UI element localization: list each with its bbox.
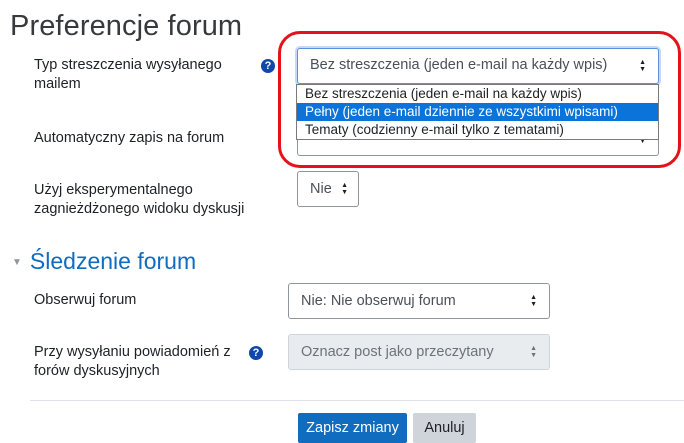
digest-type-label-line2: mailem xyxy=(34,76,81,92)
mark-read-selected-value: Oznacz post jako przeczytany xyxy=(301,344,494,360)
autosubscribe-label: Automatyczny zapis na forum xyxy=(34,130,225,146)
track-forums-selected-value: Nie: Nie obserwuj forum xyxy=(301,293,456,309)
nested-view-label-line2: zagnieżdżonego widoku dyskusji xyxy=(34,201,245,217)
annotation-highlight-ring xyxy=(278,31,681,168)
tracking-section-header[interactable]: ▼ Śledzenie forum xyxy=(12,248,196,275)
nested-view-label: Użyj eksperymentalnego zagnieżdżonego wi… xyxy=(34,181,274,219)
nested-view-selected-value: Nie xyxy=(310,181,332,197)
digest-type-label-line1: Typ streszczenia wysyłanego xyxy=(34,57,222,73)
mark-read-label: Przy wysyłaniu powiadomień z forów dysku… xyxy=(34,343,254,381)
page-title: Preferencje forum xyxy=(10,10,243,42)
nested-view-label-line1: Użyj eksperymentalnego xyxy=(34,182,193,198)
digest-type-label: Typ streszczenia wysyłanego mailem xyxy=(34,56,264,94)
help-icon[interactable]: ? xyxy=(261,59,275,73)
select-caret-icon: ▲▼ xyxy=(530,345,537,359)
collapse-triangle-icon[interactable]: ▼ xyxy=(12,257,22,268)
track-forums-select[interactable]: Nie: Nie obserwuj forum ▲ ▼ xyxy=(288,283,550,319)
mark-read-label-line2: forów dyskusyjnych xyxy=(34,363,160,379)
select-caret-icon: ▲▼ xyxy=(341,182,348,196)
mark-read-label-line1: Przy wysyłaniu powiadomień z xyxy=(34,344,231,360)
mark-read-select: Oznacz post jako przeczytany ▲ ▼ xyxy=(288,334,550,370)
tracking-section-title: Śledzenie forum xyxy=(29,248,197,274)
cancel-button[interactable]: Anuluj xyxy=(413,413,476,443)
select-caret-icon: ▲▼ xyxy=(530,294,537,308)
nested-view-select[interactable]: Nie ▲ ▼ xyxy=(297,171,359,207)
track-forums-label: Obserwuj forum xyxy=(34,292,137,308)
help-icon[interactable]: ? xyxy=(249,346,263,360)
form-divider xyxy=(30,400,684,401)
save-changes-button[interactable]: Zapisz zmiany xyxy=(298,413,407,443)
